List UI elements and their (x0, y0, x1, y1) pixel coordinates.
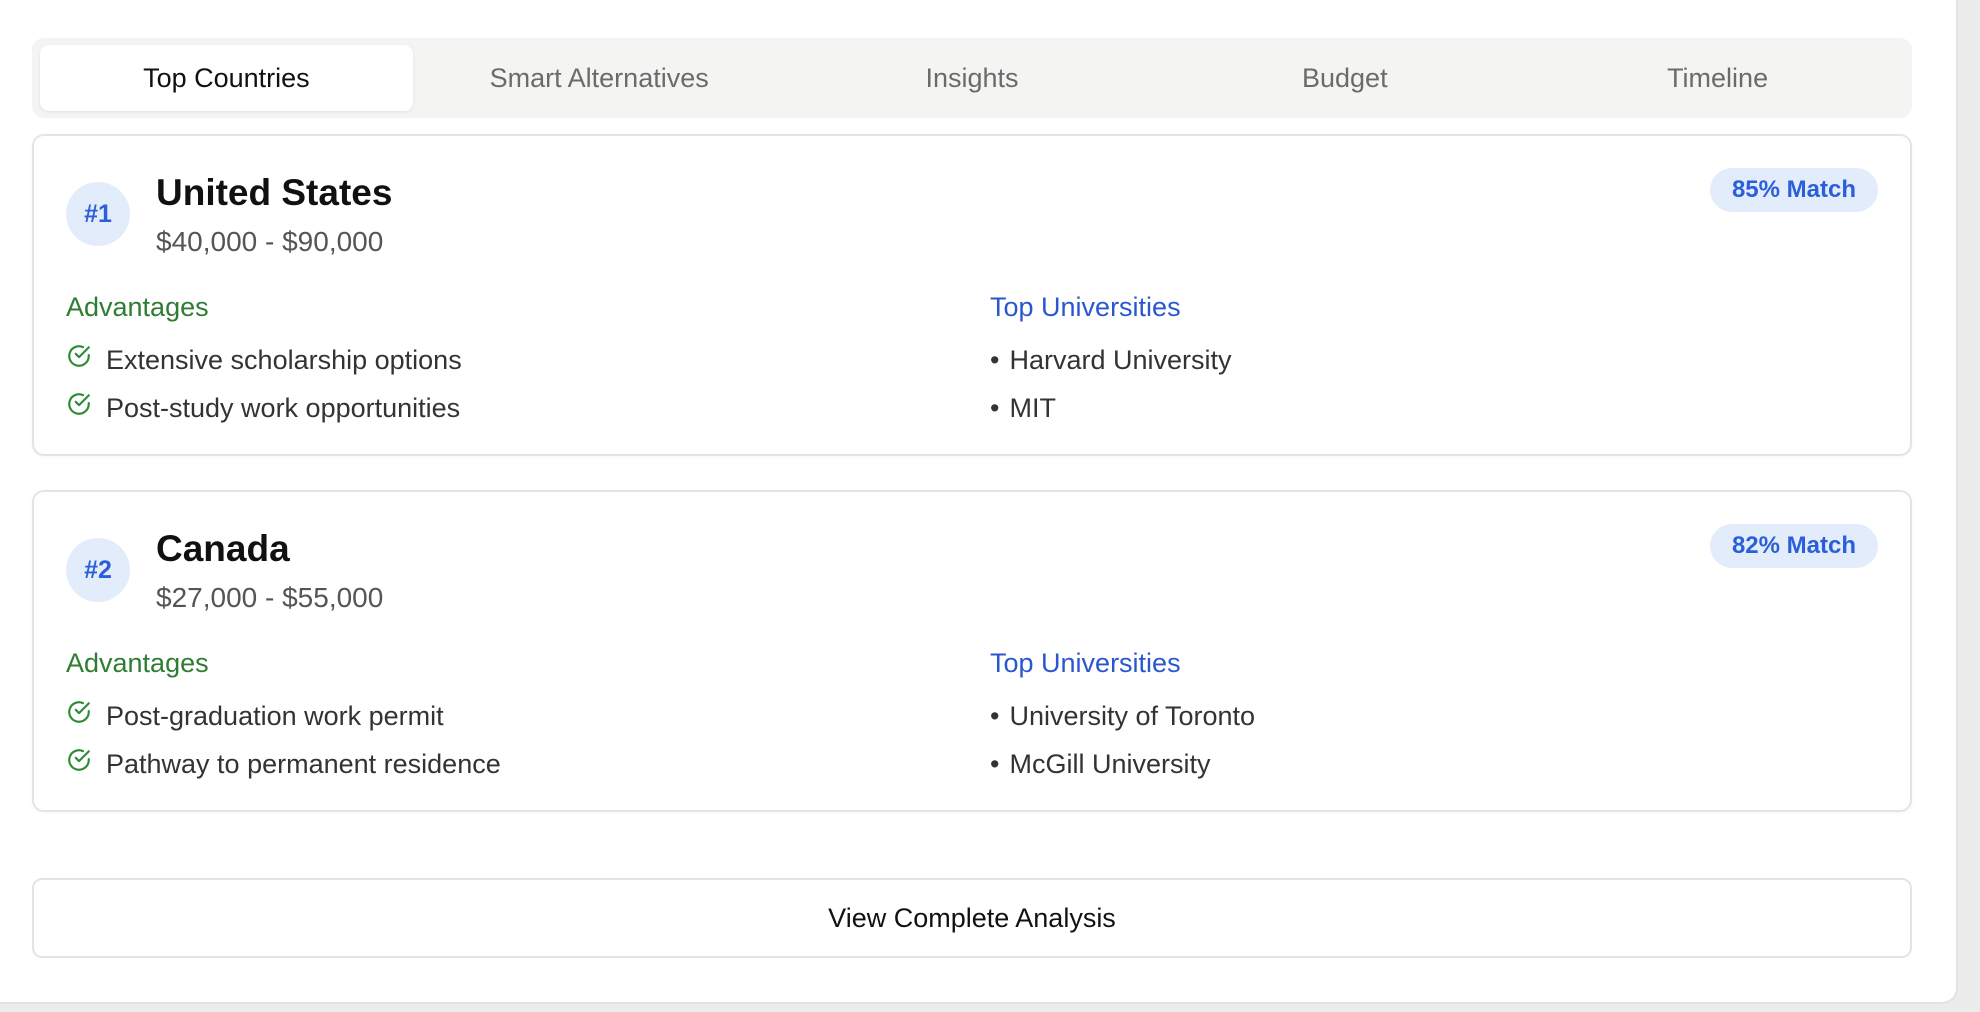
bullet: • (990, 700, 1000, 731)
university-name: University of Toronto (1009, 700, 1256, 731)
tab-insights[interactable]: Insights (786, 45, 1159, 111)
advantages-heading: Advantages (66, 292, 209, 322)
country-card: #1 United States $40,000 - $90,000 85% M… (32, 134, 1912, 456)
tab-timeline[interactable]: Timeline (1531, 45, 1904, 111)
university-item: • McGill University (990, 740, 1255, 788)
country-name: Canada (156, 528, 290, 569)
cost-range: $27,000 - $55,000 (156, 582, 384, 613)
universities-list: • Harvard University • MIT (990, 336, 1232, 432)
advantage-text: Pathway to permanent residence (106, 748, 501, 779)
university-item: • Harvard University (990, 336, 1232, 384)
advantages-list: Extensive scholarship options Post-study… (66, 336, 462, 432)
match-badge: 85% Match (1709, 168, 1878, 212)
university-name: McGill University (1009, 748, 1211, 779)
check-circle-icon (68, 701, 90, 723)
country-card: #2 Canada $27,000 - $55,000 82% Match Ad… (32, 490, 1912, 812)
advantages-list: Post-graduation work permit Pathway to p… (66, 692, 501, 788)
check-circle-icon (68, 345, 90, 367)
university-name: MIT (1009, 392, 1056, 423)
rank-badge: #2 (66, 538, 130, 602)
university-item: • University of Toronto (990, 692, 1255, 740)
results-panel: Top Countries Smart Alternatives Insight… (0, 0, 1958, 1004)
advantage-text: Extensive scholarship options (106, 344, 462, 375)
tab-budget[interactable]: Budget (1158, 45, 1531, 111)
advantage-item: Pathway to permanent residence (66, 740, 501, 788)
advantage-text: Post-study work opportunities (106, 392, 461, 423)
advantage-item: Extensive scholarship options (66, 336, 462, 384)
advantage-text: Post-graduation work permit (106, 700, 444, 731)
university-name: Harvard University (1009, 344, 1232, 375)
rank-badge: #1 (66, 182, 130, 246)
universities-heading: Top Universities (990, 648, 1181, 678)
view-complete-analysis-button[interactable]: View Complete Analysis (32, 878, 1912, 958)
bullet: • (990, 392, 1000, 423)
universities-list: • University of Toronto • McGill Univers… (990, 692, 1255, 788)
match-badge: 82% Match (1709, 524, 1878, 568)
check-circle-icon (68, 749, 90, 771)
universities-heading: Top Universities (990, 292, 1181, 322)
tab-bar: Top Countries Smart Alternatives Insight… (32, 38, 1912, 118)
university-item: • MIT (990, 384, 1232, 432)
tab-top-countries[interactable]: Top Countries (40, 45, 413, 111)
country-name: United States (156, 172, 393, 213)
cost-range: $40,000 - $90,000 (156, 226, 384, 257)
advantage-item: Post-graduation work permit (66, 692, 501, 740)
advantages-heading: Advantages (66, 648, 209, 678)
check-circle-icon (68, 393, 90, 415)
tab-smart-alternatives[interactable]: Smart Alternatives (413, 45, 786, 111)
advantage-item: Post-study work opportunities (66, 384, 462, 432)
bullet: • (990, 344, 1000, 375)
bullet: • (990, 748, 1000, 779)
